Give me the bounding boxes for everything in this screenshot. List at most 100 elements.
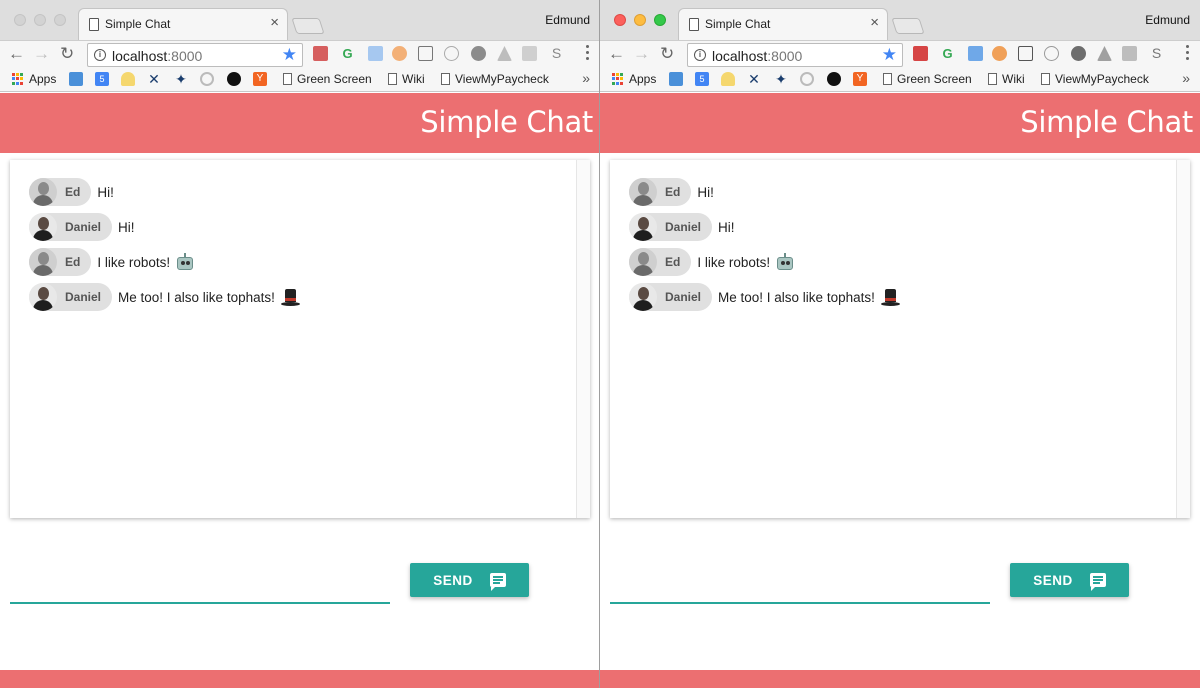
qr-code-extension-icon[interactable]	[1018, 46, 1033, 61]
gear-extension-icon[interactable]	[471, 46, 486, 61]
s-extension-icon[interactable]: S	[1149, 46, 1164, 61]
reload-icon[interactable]: ↻	[60, 44, 74, 64]
github-bookmark-icon[interactable]	[227, 72, 241, 86]
bookmarks-overflow-icon[interactable]: »	[582, 70, 590, 86]
browser-tab[interactable]: Simple Chat ×	[678, 8, 888, 40]
message-text: Hi!	[697, 184, 714, 200]
tools-bookmark-icon[interactable]: ✕	[747, 72, 761, 86]
url-text[interactable]: localhost:8000	[712, 48, 802, 64]
tab-close-icon[interactable]: ×	[870, 15, 879, 31]
info-icon[interactable]: i	[94, 49, 106, 61]
scrollbar[interactable]	[576, 160, 590, 518]
message-text: I like robots!	[97, 254, 171, 270]
forward-arrow-icon[interactable]: →	[33, 44, 50, 64]
keep-bookmark-icon[interactable]	[721, 72, 735, 86]
document-icon	[89, 18, 99, 31]
bookmark-green-screen[interactable]: Green Screen	[283, 72, 372, 86]
send-button[interactable]: SEND	[410, 563, 529, 597]
bookmark-wiki[interactable]: Wiki	[388, 72, 425, 86]
bookmark-star-icon[interactable]: ★	[282, 44, 297, 66]
disc-bookmark-icon[interactable]	[800, 72, 814, 86]
new-tab-button[interactable]	[291, 18, 325, 34]
ycombinator-bookmark-icon[interactable]: Y	[853, 72, 867, 86]
robot-icon	[775, 252, 795, 272]
avatar	[29, 213, 57, 241]
chat-message: Ed I like robots!	[629, 248, 795, 276]
address-bar[interactable]: i localhost:8000 ★	[87, 43, 303, 67]
lastpass-extension-icon[interactable]	[913, 46, 928, 61]
github-bookmark-icon[interactable]	[827, 72, 841, 86]
menu-dots-icon[interactable]	[1186, 45, 1190, 63]
message-text: Me too! I also like tophats!	[718, 289, 875, 305]
drive-extension-icon[interactable]	[1097, 46, 1112, 61]
address-bar[interactable]: i localhost:8000 ★	[687, 43, 903, 67]
bookmark-apps[interactable]: Apps	[612, 72, 656, 86]
tools-bookmark-icon[interactable]: ✕	[147, 72, 161, 86]
url-text[interactable]: localhost:8000	[112, 48, 202, 64]
inbox-bookmark-icon[interactable]	[669, 72, 683, 86]
close-window-button[interactable]	[14, 14, 26, 26]
bookmarks-overflow-icon[interactable]: »	[1182, 70, 1190, 86]
profile-name[interactable]: Edmund	[1145, 13, 1190, 27]
qr-code-extension-icon[interactable]	[418, 46, 433, 61]
title-bar: Simple Chat × Edmund	[0, 0, 599, 40]
jenkins-bookmark-icon[interactable]: ✦	[174, 72, 188, 86]
send-button[interactable]: SEND	[1010, 563, 1129, 597]
eyedropper-extension-icon[interactable]	[968, 46, 983, 61]
bookmark-viewmypaycheck[interactable]: ViewMyPaycheck	[1041, 72, 1149, 86]
browser-tab[interactable]: Simple Chat ×	[78, 8, 288, 40]
page-icon	[388, 73, 397, 85]
drive-extension-icon[interactable]	[497, 46, 512, 61]
forward-arrow-icon[interactable]: →	[633, 44, 650, 64]
message-input[interactable]	[610, 576, 990, 600]
circle-extension-icon[interactable]	[444, 46, 459, 61]
bookmark-green-screen[interactable]: Green Screen	[883, 72, 972, 86]
bookmark-viewmypaycheck[interactable]: ViewMyPaycheck	[441, 72, 549, 86]
keep-bookmark-icon[interactable]	[121, 72, 135, 86]
chat-panel: Ed Hi! Daniel Hi! Ed I like robots! Dani…	[610, 160, 1190, 518]
message-text: Hi!	[118, 219, 135, 235]
tab-title: Simple Chat	[705, 17, 771, 31]
new-tab-button[interactable]	[891, 18, 925, 34]
eyedropper-extension-icon[interactable]	[368, 46, 383, 61]
profile-name[interactable]: Edmund	[545, 13, 590, 27]
jenkins-bookmark-icon[interactable]: ✦	[774, 72, 788, 86]
disc-bookmark-icon[interactable]	[200, 72, 214, 86]
info-icon[interactable]: i	[694, 49, 706, 61]
back-arrow-icon[interactable]: ←	[8, 44, 25, 64]
ycombinator-bookmark-icon[interactable]: Y	[253, 72, 267, 86]
bookmark-star-icon[interactable]: ★	[882, 44, 897, 66]
user-chip: Daniel	[629, 213, 713, 241]
grammarly-extension-icon[interactable]: G	[940, 46, 955, 61]
s-extension-icon[interactable]: S	[549, 46, 564, 61]
lastpass-extension-icon[interactable]	[313, 46, 328, 61]
minimize-window-button[interactable]	[634, 14, 646, 26]
cast-extension-icon[interactable]	[522, 46, 537, 61]
calendar-bookmark-icon[interactable]: 5	[95, 72, 109, 86]
circle-extension-icon[interactable]	[1044, 46, 1059, 61]
chat-icon	[489, 573, 506, 591]
scrollbar[interactable]	[1176, 160, 1190, 518]
bookmark-label: ViewMyPaycheck	[455, 72, 549, 86]
bookmark-apps[interactable]: Apps	[12, 72, 56, 86]
cookie-extension-icon[interactable]	[992, 46, 1007, 61]
cast-extension-icon[interactable]	[1122, 46, 1137, 61]
calendar-bookmark-icon[interactable]: 5	[695, 72, 709, 86]
maximize-window-button[interactable]	[654, 14, 666, 26]
back-arrow-icon[interactable]: ←	[608, 44, 625, 64]
gear-extension-icon[interactable]	[1071, 46, 1086, 61]
reload-icon[interactable]: ↻	[660, 44, 674, 64]
minimize-window-button[interactable]	[34, 14, 46, 26]
input-underline	[610, 602, 990, 604]
cookie-extension-icon[interactable]	[392, 46, 407, 61]
tab-close-icon[interactable]: ×	[270, 15, 279, 31]
grammarly-extension-icon[interactable]: G	[340, 46, 355, 61]
bookmark-wiki[interactable]: Wiki	[988, 72, 1025, 86]
maximize-window-button[interactable]	[54, 14, 66, 26]
user-chip: Ed	[629, 178, 692, 206]
menu-dots-icon[interactable]	[586, 45, 590, 63]
user-chip: Daniel	[29, 283, 113, 311]
inbox-bookmark-icon[interactable]	[69, 72, 83, 86]
message-input[interactable]	[10, 576, 390, 600]
close-window-button[interactable]	[614, 14, 626, 26]
